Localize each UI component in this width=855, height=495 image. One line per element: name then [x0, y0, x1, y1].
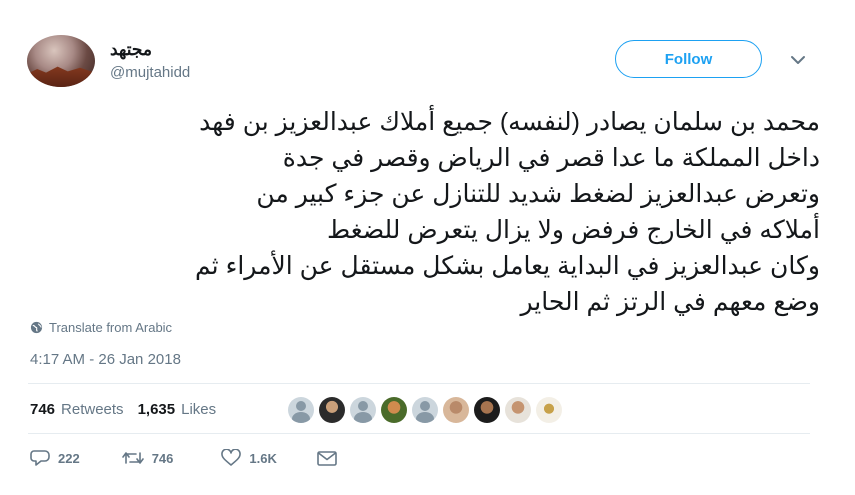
tweet-stats: 746 Retweets 1,635 Likes [30, 401, 216, 418]
heart-icon [221, 449, 242, 466]
user-display-name[interactable]: مجتهد [110, 40, 152, 60]
likes-stat[interactable]: 1,635 Likes [138, 401, 217, 418]
liker-avatars [288, 397, 562, 423]
liker-avatar[interactable] [381, 397, 407, 423]
reply-action[interactable]: 222 [30, 449, 80, 467]
user-avatar[interactable] [27, 35, 95, 87]
tweet-line: وكان عبدالعزيز في البداية يعامل بشكل مست… [195, 252, 820, 280]
translate-link[interactable]: Translate from Arabic [30, 320, 172, 335]
liker-avatar[interactable] [505, 397, 531, 423]
globe-icon [30, 321, 43, 334]
reply-count: 222 [58, 450, 80, 466]
translate-label: Translate from Arabic [49, 320, 173, 335]
retweet-icon [121, 452, 144, 464]
tweet-line: وتعرض عبدالعزيز لضغط شديد للتنازل عن جزء… [256, 180, 820, 208]
liker-avatar[interactable] [412, 397, 438, 423]
tweet-timestamp[interactable]: 4:17 AM - 26 Jan 2018 [30, 351, 181, 368]
likes-label: Likes [181, 401, 217, 418]
follow-button[interactable]: Follow [615, 40, 762, 78]
divider [28, 433, 810, 434]
liker-avatar[interactable] [474, 397, 500, 423]
likes-count: 1,635 [137, 401, 176, 418]
tweet-actions: 222 746 1.6K [30, 449, 337, 467]
retweet-count: 746 [151, 450, 174, 466]
reply-icon [30, 450, 50, 466]
liker-avatar[interactable] [350, 397, 376, 423]
liker-avatar[interactable] [319, 397, 345, 423]
tweet-line: وضع معهم في الرتز ثم الحاير [520, 288, 820, 316]
user-handle[interactable]: @mujtahidd [110, 64, 190, 81]
divider [28, 383, 810, 384]
tweet-line: أملاكه في الخارج فرفض ولا يزال يتعرض للض… [327, 216, 820, 244]
like-count: 1.6K [249, 450, 277, 466]
liker-avatar[interactable] [536, 397, 562, 423]
direct-message-action[interactable] [317, 450, 337, 466]
liker-avatar[interactable] [288, 397, 314, 423]
retweets-stat[interactable]: 746 Retweets [30, 401, 124, 418]
tweet-line: داخل المملكة ما عدا قصر في الرياض وقصر ف… [282, 144, 820, 172]
retweet-action[interactable]: 746 [121, 450, 174, 466]
retweets-count: 746 [30, 401, 56, 418]
tweet-line: محمد بن سلمان يصادر (لنفسه) جميع أملاك ع… [199, 108, 820, 136]
retweets-label: Retweets [61, 401, 124, 418]
like-action[interactable]: 1.6K [221, 449, 277, 467]
liker-avatar[interactable] [443, 397, 469, 423]
tweet-text: محمد بن سلمان يصادر (لنفسه) جميع أملاك ع… [30, 104, 820, 320]
chevron-down-icon[interactable] [790, 54, 806, 66]
avatar-landscape [27, 66, 95, 87]
envelope-icon [317, 450, 337, 466]
